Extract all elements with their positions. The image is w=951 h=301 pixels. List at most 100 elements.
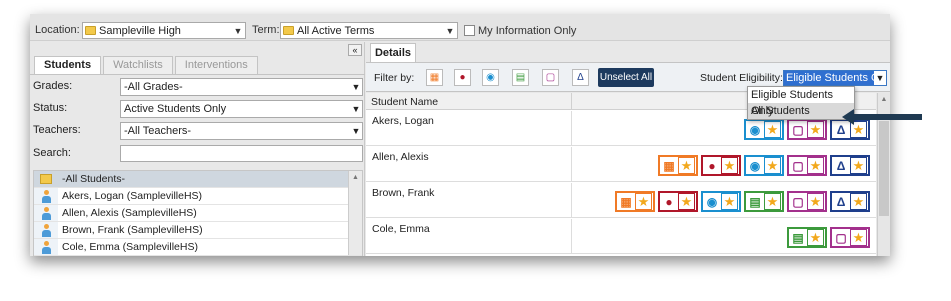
scroll-up-icon[interactable]: ▲: [878, 93, 890, 107]
top-bar: Location: Sampleville High ▼ Term: All A…: [30, 14, 890, 41]
science-badge[interactable]: Δ ★: [830, 191, 870, 212]
globe-icon[interactable]: ◉: [482, 69, 499, 86]
teachers-select[interactable]: -All Teachers- ▼: [120, 122, 363, 140]
left-tabs: Students Watchlists Interventions: [34, 56, 260, 74]
calculator-badge[interactable]: ▤ ★: [787, 227, 827, 248]
option-all-students[interactable]: All Students: [748, 103, 854, 119]
star-icon: ★: [635, 193, 652, 210]
student-name: Cole, Emma: [372, 223, 430, 235]
badge-group: ▦ ★ ● ★ ◉ ★ ▤ ★ ▢ ★ Δ ★: [615, 191, 870, 212]
book-badge[interactable]: ▢ ★: [787, 119, 827, 140]
scroll-thumb[interactable]: [879, 121, 889, 216]
calendar-badge[interactable]: ▦ ★: [658, 155, 698, 176]
globe-badge[interactable]: ◉ ★: [744, 155, 784, 176]
term-select[interactable]: All Active Terms ▼: [280, 22, 458, 39]
table-row[interactable]: Cole, Emma ▤ ★ ▢ ★: [366, 219, 876, 254]
star-icon: ★: [850, 157, 867, 174]
eligibility-dropdown: Eligible Students Only All Students: [747, 86, 855, 120]
location-select[interactable]: Sampleville High ▼: [82, 22, 246, 39]
list-item-label: Cole, Emma (SamplevilleHS): [62, 241, 198, 253]
star-icon: ★: [721, 193, 738, 210]
group-icon: [34, 171, 58, 187]
badge-group: ▤ ★ ▢ ★: [787, 227, 870, 248]
tab-interventions[interactable]: Interventions: [174, 56, 258, 74]
search-label: Search:: [33, 147, 71, 159]
science-badge[interactable]: Δ ★: [830, 155, 870, 176]
badge-group: ▦ ★ ● ★ ◉ ★ ▢ ★ Δ ★: [658, 155, 870, 176]
star-icon: ★: [807, 229, 824, 246]
list-item-label: -All Students-: [62, 173, 126, 185]
chevron-down-icon: ▼: [875, 73, 885, 83]
calendar-icon[interactable]: ▦: [426, 69, 443, 86]
star-icon: ★: [721, 157, 738, 174]
star-icon: ★: [764, 157, 781, 174]
star-icon: ★: [678, 193, 695, 210]
student-list: -All Students- Akers, Logan (Sampleville…: [33, 170, 363, 256]
collapse-panel-icon[interactable]: «: [348, 44, 362, 56]
list-item[interactable]: Akers, Logan (SamplevilleHS): [34, 188, 362, 205]
tab-students[interactable]: Students: [34, 56, 102, 74]
table-row[interactable]: Allen, Alexis ▦ ★ ● ★ ◉ ★ ▢ ★ Δ ★: [366, 147, 876, 182]
person-badge[interactable]: ● ★: [701, 155, 741, 176]
book-icon: ▢: [792, 194, 804, 209]
status-value: Active Students Only: [124, 103, 227, 115]
science-icon[interactable]: Δ: [572, 69, 589, 86]
list-item-label: Allen, Alexis (SamplevilleHS): [62, 207, 197, 219]
eligibility-value: Eligible Students O: [784, 71, 874, 85]
tab-divider: [30, 74, 365, 75]
book-badge[interactable]: ▢ ★: [787, 191, 827, 212]
column-divider: [571, 111, 572, 146]
teachers-value: -All Teachers-: [124, 125, 192, 137]
tab-details[interactable]: Details: [370, 43, 416, 62]
grades-select[interactable]: -All Grades- ▼: [120, 78, 363, 96]
teachers-label: Teachers:: [33, 124, 81, 136]
student-name: Akers, Logan: [372, 115, 434, 127]
calendar-icon: ▦: [663, 158, 675, 173]
book-icon: ▢: [792, 122, 804, 137]
tab-watchlists[interactable]: Watchlists: [103, 56, 173, 74]
calculator-icon: ▤: [792, 230, 804, 245]
science-icon: Δ: [836, 158, 846, 173]
book-badge[interactable]: ▢ ★: [830, 227, 870, 248]
star-icon: ★: [807, 193, 824, 210]
scroll-up-icon[interactable]: ▲: [349, 171, 362, 185]
column-divider: [571, 147, 572, 182]
book-icon[interactable]: ▢: [542, 69, 559, 86]
person-icon: ●: [665, 194, 673, 209]
eligibility-select[interactable]: Eligible Students O ▼: [783, 70, 887, 86]
globe-badge[interactable]: ◉ ★: [701, 191, 741, 212]
my-info-label: My Information Only: [478, 25, 577, 37]
column-header-student-name[interactable]: Student Name: [371, 96, 438, 108]
globe-badge[interactable]: ◉ ★: [744, 119, 784, 140]
calendar-badge[interactable]: ▦ ★: [615, 191, 655, 212]
book-badge[interactable]: ▢ ★: [787, 155, 827, 176]
person-badge[interactable]: ● ★: [658, 191, 698, 212]
list-item-all[interactable]: -All Students-: [34, 171, 362, 188]
unselect-all-button[interactable]: Unselect All: [598, 68, 654, 87]
table-row[interactable]: Brown, Frank ▦ ★ ● ★ ◉ ★ ▤ ★ ▢ ★ Δ ★: [366, 183, 876, 218]
app-window: Location: Sampleville High ▼ Term: All A…: [30, 14, 890, 256]
list-item-label: Akers, Logan (SamplevilleHS): [62, 190, 203, 202]
calculator-badge[interactable]: ▤ ★: [744, 191, 784, 212]
chevron-down-icon: ▼: [445, 25, 455, 36]
list-item[interactable]: Allen, Alexis (SamplevilleHS): [34, 205, 362, 222]
status-select[interactable]: Active Students Only ▼: [120, 100, 363, 118]
option-eligible-only[interactable]: Eligible Students Only: [748, 87, 854, 117]
list-item[interactable]: Cole, Emma (SamplevilleHS): [34, 239, 362, 256]
column-divider: [571, 183, 572, 218]
chevron-down-icon: ▼: [351, 126, 361, 136]
list-item[interactable]: Brown, Frank (SamplevilleHS): [34, 222, 362, 239]
my-info-checkbox[interactable]: [464, 25, 475, 36]
star-icon: ★: [807, 121, 824, 138]
chevron-down-icon: ▼: [233, 25, 243, 36]
column-divider: [571, 93, 572, 110]
star-icon: ★: [678, 157, 695, 174]
book-icon: ▢: [792, 158, 804, 173]
left-panel: « Students Watchlists Interventions Grad…: [30, 42, 365, 256]
calculator-icon[interactable]: ▤: [512, 69, 529, 86]
person-filter-icon[interactable]: ●: [454, 69, 471, 86]
student-name: Brown, Frank: [372, 187, 435, 199]
list-scrollbar[interactable]: ▲: [348, 171, 362, 255]
grades-label: Grades:: [33, 80, 73, 92]
search-input[interactable]: [120, 145, 363, 162]
